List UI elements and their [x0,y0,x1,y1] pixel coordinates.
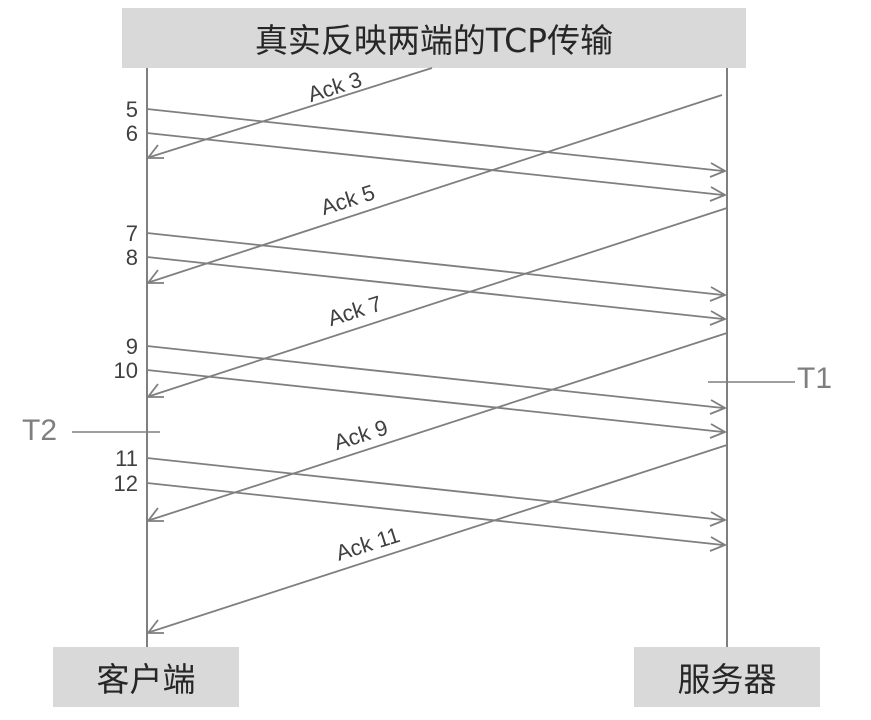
arrowhead-icon [146,383,164,398]
segment-line [146,369,724,433]
ack-arrow: Ack 5 [146,94,723,284]
arrowhead-icon [146,619,164,634]
ack-line [149,444,728,633]
tcp-sequence-diagram: 真实反映两端的TCP传输 T1 T2 5 6 7 8 9 10 11 12 Ac… [0,0,871,720]
ack-arrow: Ack 9 [146,332,728,522]
ack-label: Ack 3 [305,67,365,107]
server-label: 服务器 [634,647,820,707]
ack-label: Ack 5 [318,180,378,220]
segment-label: 5 [126,97,138,122]
segment-label: 11 [115,446,138,471]
ack-segments: Ack 3 Ack 5 Ack 7 Ack 9 Ack 11 [146,67,728,634]
arrowhead-icon [146,269,164,284]
ack-label: Ack 9 [331,415,391,455]
ack-label: Ack 7 [325,291,385,331]
segment-line [146,232,724,296]
segment-line [146,345,724,409]
segment-line [146,132,724,196]
segment-line [146,256,724,320]
segment-label: 8 [126,245,138,270]
arrowhead-icon [146,507,164,522]
ack-arrow: Ack 7 [146,207,728,398]
segment-label: 7 [126,221,138,246]
segment-label: 9 [126,334,138,359]
segment-line [146,457,724,521]
t1-marker-label: T1 [797,362,832,395]
ack-arrow: Ack 11 [146,444,728,634]
data-segments: 5 6 7 8 9 10 11 12 [114,97,728,552]
diagram-canvas: T1 T2 5 6 7 8 9 10 11 12 Ack 3 Ack 5 Ack… [22,67,832,647]
client-label: 客户端 [53,647,239,707]
segment-label: 6 [126,121,138,146]
ack-line [149,207,728,397]
ack-label: Ack 11 [333,522,403,566]
t2-marker-label: T2 [22,414,57,447]
ack-line [149,67,433,158]
ack-line [149,332,728,521]
segment-label: 10 [114,358,138,383]
segment-label: 12 [114,471,138,496]
ack-line [149,94,723,283]
ack-arrow: Ack 3 [146,67,433,159]
segment-arrow: 11 [115,446,728,527]
segment-line [146,108,724,172]
